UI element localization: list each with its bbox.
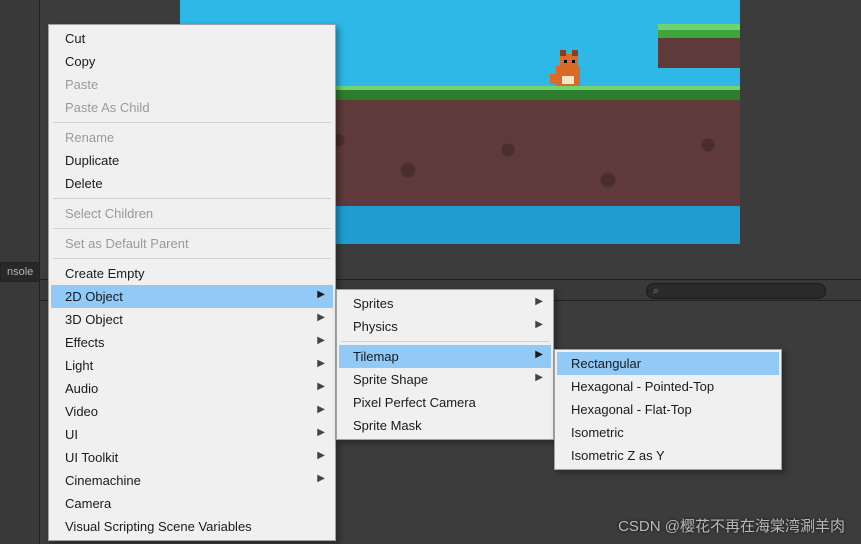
console-tab[interactable]: nsole <box>0 262 40 282</box>
ctx-item-effects[interactable]: Effects▶ <box>51 331 333 354</box>
ctx-item-copy[interactable]: Copy <box>51 50 333 73</box>
fox-sprite <box>550 52 588 92</box>
ctx-item-ui-toolkit[interactable]: UI Toolkit▶ <box>51 446 333 469</box>
submenu-tilemap[interactable]: RectangularHexagonal - Pointed-TopHexago… <box>554 349 782 470</box>
submenu-arrow-icon: ▶ <box>535 319 543 330</box>
tilemap-item-rectangular[interactable]: Rectangular <box>557 352 779 375</box>
hierarchy-context-menu[interactable]: CutCopyPastePaste As Child RenameDuplicat… <box>48 24 336 541</box>
submenu-arrow-icon: ▶ <box>317 335 325 346</box>
sub2d-item-sprites[interactable]: Sprites▶ <box>339 292 551 315</box>
sub2d-item-tilemap[interactable]: Tilemap▶ <box>339 345 551 368</box>
ground-platform <box>308 88 740 206</box>
submenu-arrow-icon: ▶ <box>535 372 543 383</box>
ctx-item-cinemachine[interactable]: Cinemachine▶ <box>51 469 333 492</box>
ctx-item-select-children: Select Children <box>51 202 333 225</box>
ctx-item-delete[interactable]: Delete <box>51 172 333 195</box>
sub2d-separator <box>341 341 549 342</box>
ctx-item-duplicate[interactable]: Duplicate <box>51 149 333 172</box>
sub2d-item-physics[interactable]: Physics▶ <box>339 315 551 338</box>
ctx-separator <box>53 122 331 123</box>
floating-island <box>658 28 740 68</box>
ground-grass <box>308 86 740 100</box>
submenu-arrow-icon: ▶ <box>317 473 325 484</box>
tilemap-item-hexagonal-flat-top[interactable]: Hexagonal - Flat-Top <box>557 398 779 421</box>
sub2d-item-sprite-shape[interactable]: Sprite Shape▶ <box>339 368 551 391</box>
tilemap-item-hexagonal-pointed-top[interactable]: Hexagonal - Pointed-Top <box>557 375 779 398</box>
ctx-item-ui[interactable]: UI▶ <box>51 423 333 446</box>
submenu-arrow-icon: ▶ <box>535 349 543 360</box>
submenu-arrow-icon: ▶ <box>317 358 325 369</box>
ctx-item-cut[interactable]: Cut <box>51 27 333 50</box>
ctx-item-audio[interactable]: Audio▶ <box>51 377 333 400</box>
ctx-item-camera[interactable]: Camera <box>51 492 333 515</box>
ctx-item-rename: Rename <box>51 126 333 149</box>
ctx-item-light[interactable]: Light▶ <box>51 354 333 377</box>
submenu-arrow-icon: ▶ <box>317 450 325 461</box>
ctx-item-2d-object[interactable]: 2D Object▶ <box>51 285 333 308</box>
ctx-item-paste: Paste <box>51 73 333 96</box>
ctx-item-paste-as-child: Paste As Child <box>51 96 333 119</box>
watermark: CSDN @樱花不再在海棠湾涮羊肉 <box>618 515 845 536</box>
submenu-arrow-icon: ▶ <box>535 296 543 307</box>
search-input[interactable]: ⌕ <box>646 283 826 299</box>
submenu-arrow-icon: ▶ <box>317 381 325 392</box>
ctx-item-video[interactable]: Video▶ <box>51 400 333 423</box>
submenu-2d-object[interactable]: Sprites▶Physics▶ Tilemap▶Sprite Shape▶Pix… <box>336 289 554 440</box>
sub2d-item-pixel-perfect-camera[interactable]: Pixel Perfect Camera <box>339 391 551 414</box>
search-icon: ⌕ <box>653 285 659 298</box>
ctx-item-3d-object[interactable]: 3D Object▶ <box>51 308 333 331</box>
submenu-arrow-icon: ▶ <box>317 427 325 438</box>
submenu-arrow-icon: ▶ <box>317 289 325 300</box>
ctx-item-create-empty[interactable]: Create Empty <box>51 262 333 285</box>
ctx-item-visual-scripting-scene-variables[interactable]: Visual Scripting Scene Variables <box>51 515 333 538</box>
ctx-separator <box>53 228 331 229</box>
left-panel: nsole <box>0 0 40 544</box>
ctx-separator <box>53 258 331 259</box>
tilemap-item-isometric[interactable]: Isometric <box>557 421 779 444</box>
ctx-item-set-as-default-parent: Set as Default Parent <box>51 232 333 255</box>
tilemap-item-isometric-z-as-y[interactable]: Isometric Z as Y <box>557 444 779 467</box>
submenu-arrow-icon: ▶ <box>317 312 325 323</box>
submenu-arrow-icon: ▶ <box>317 404 325 415</box>
ctx-separator <box>53 198 331 199</box>
sub2d-item-sprite-mask[interactable]: Sprite Mask <box>339 414 551 437</box>
